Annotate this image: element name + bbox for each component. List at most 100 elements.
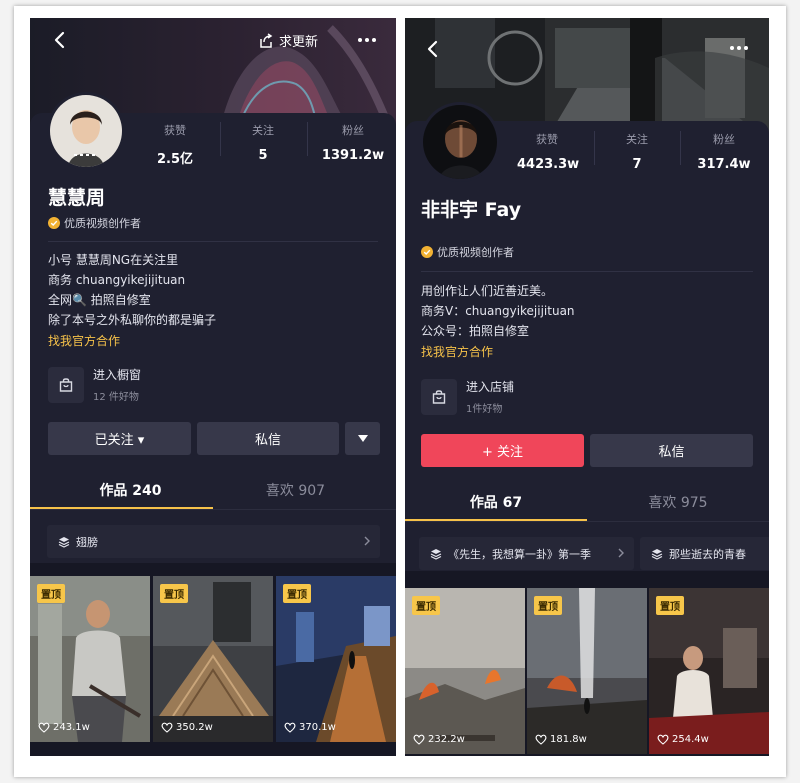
bio-line: 商务V：chuangyikejijituan [421,304,575,318]
bio-line: 公众号：拍照自修室 [421,324,530,338]
stat-value: 1391.2w [321,148,385,163]
stat-label: 获赞 [536,133,558,146]
profile-screen-left: 求更新 获赞 2.5亿 关注 5 粉丝 1391.2w 慧慧周 优质视频创作者 … [30,18,396,756]
shop-icon-box [421,378,457,415]
heart-icon [535,734,547,745]
video-thumbnail[interactable]: 置顶 232.2w [405,588,525,754]
likes-count: 243.1w [53,722,90,733]
video-thumbnail[interactable]: 置顶 370.1w [276,576,396,742]
divider [48,241,378,242]
bio-line: 用创作让人们近善近美。 [421,284,554,298]
collection-label: 翅膀 [76,535,98,549]
more-icon[interactable] [355,35,379,45]
followed-button[interactable]: 已关注 ▾ [48,422,191,455]
collection-label: 《先生，我想算一卦》第一季 [448,547,591,561]
video-thumbnail[interactable]: 置顶 350.2w [153,576,273,742]
message-button[interactable]: 私信 [590,434,753,467]
chevron-right-icon [618,548,624,558]
stat-fans[interactable]: 粉丝 1391.2w [320,122,386,163]
avatar[interactable] [420,102,500,182]
creator-badge: 优质视频创作者 [48,215,141,231]
avatar[interactable] [47,92,125,170]
video-likes: 243.1w [38,722,90,733]
stat-likes[interactable]: 获赞 4423.3w [517,131,580,172]
verified-icon [421,246,433,258]
stat-value: 2.5亿 [156,152,194,167]
verified-icon [48,217,60,229]
shopping-bag-icon [59,377,73,392]
tab-likes[interactable]: 喜欢 975 [587,492,769,512]
official-cooperation-link[interactable]: 找我官方合作 [421,343,493,360]
follow-button[interactable]: + 关注 [421,434,584,467]
collection-chip[interactable]: 翅膀 [47,525,380,558]
shop-icon-box [48,366,84,403]
collection-chip[interactable]: 那些逝去的青春 [640,537,769,570]
tab-likes[interactable]: 喜欢 907 [213,480,378,500]
stat-value: 317.4w [697,157,751,172]
stat-value: 5 [258,148,268,163]
collection-icon [58,536,70,548]
back-icon[interactable] [423,39,443,59]
showcase-entry[interactable]: 进入橱窗 12 件好物 [48,366,141,403]
heart-icon [38,722,50,733]
likes-count: 181.8w [550,734,587,745]
store-entry[interactable]: 进入店铺 1件好物 [421,378,514,415]
official-cooperation-link[interactable]: 找我官方合作 [48,332,120,349]
video-thumbnail[interactable]: 置顶 254.4w [649,588,769,754]
shop-subtitle: 1件好物 [466,404,503,415]
heart-icon [161,722,173,733]
back-icon[interactable] [50,30,70,50]
video-likes: 370.1w [284,722,336,733]
bio-line: 商务 chuangyikejijituan [48,273,186,287]
stat-following[interactable]: 关注 5 [238,122,288,163]
more-dropdown-button[interactable] [345,422,380,455]
pinned-badge: 置顶 [534,596,562,615]
stat-label: 获赞 [164,124,186,137]
tab-works[interactable]: 作品 240 [48,480,213,500]
pinned-badge: 置顶 [412,596,440,615]
badge-label: 优质视频创作者 [437,246,514,259]
pinned-badge: 置顶 [656,596,684,615]
share-icon [260,32,273,48]
shop-title: 进入店铺 [466,380,515,394]
collection-icon [651,548,663,560]
heart-icon [657,734,669,745]
stat-divider [594,131,595,165]
video-likes: 181.8w [535,734,587,745]
stat-likes[interactable]: 获赞 2.5亿 [150,122,200,167]
request-update-button[interactable]: 求更新 [258,31,318,50]
heart-icon [284,722,296,733]
likes-count: 254.4w [672,734,709,745]
bio-line: 除了本号之外私聊你的都是骗子 [48,313,217,327]
shop-subtitle: 12 件好物 [93,392,139,403]
likes-count: 232.2w [428,734,465,745]
pinned-badge: 置顶 [160,584,188,603]
stat-label: 关注 [626,133,648,146]
stat-fans[interactable]: 粉丝 317.4w [691,131,757,172]
collection-label: 那些逝去的青春 [669,547,746,561]
request-update-label: 求更新 [279,35,319,50]
tab-underline [30,507,213,509]
more-icon[interactable] [727,43,751,53]
pinned-badge: 置顶 [283,584,311,603]
chevron-right-icon [364,536,370,546]
stat-label: 粉丝 [342,124,364,137]
heart-icon [413,734,425,745]
video-thumbnail[interactable]: 置顶 243.1w [30,576,150,742]
stat-value: 4423.3w [517,157,580,172]
pinned-badge: 置顶 [37,584,65,603]
bio-line: 小号 慧慧周NG在关注里 [48,253,179,267]
tab-works[interactable]: 作品 67 [405,492,587,512]
video-likes: 350.2w [161,722,213,733]
profile-name: 慧慧周 [48,187,106,209]
profile-name: 非非宇 Fay [421,199,522,221]
collection-chip[interactable]: 《先生，我想算一卦》第一季 [419,537,634,570]
collection-icon [430,548,442,560]
tab-rule [405,521,769,522]
creator-badge: 优质视频创作者 [421,244,514,260]
video-thumbnail[interactable]: 置顶 181.8w [527,588,647,754]
tab-rule [30,509,396,510]
message-button[interactable]: 私信 [197,422,339,455]
divider [421,271,753,272]
stat-following[interactable]: 关注 7 [612,131,662,172]
